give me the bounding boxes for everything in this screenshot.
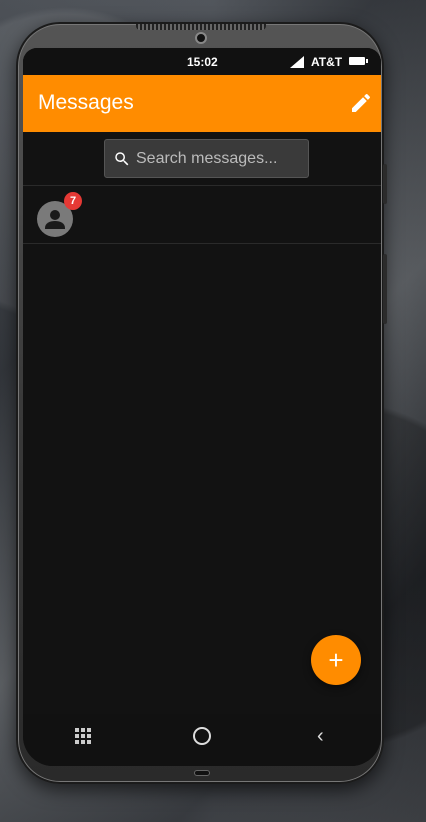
- back-button[interactable]: ‹: [317, 725, 324, 748]
- battery-icon: [349, 57, 368, 65]
- pencil-icon: [352, 93, 371, 112]
- home-button[interactable]: [193, 727, 211, 745]
- conversation-list-item[interactable]: 7: [23, 186, 381, 244]
- volume-button: [383, 164, 387, 204]
- search-icon: [115, 151, 129, 165]
- search-input[interactable]: [136, 149, 296, 168]
- navigation-bar: ‹: [23, 714, 381, 766]
- power-button: [383, 254, 387, 324]
- front-camera-icon: [195, 32, 207, 44]
- phone-frame: 15:02 AT&T Messages Search messages... 7…: [16, 22, 387, 784]
- earpiece-speaker: [136, 24, 266, 30]
- status-time: 15:02: [187, 55, 218, 69]
- unread-badge: 7: [64, 192, 82, 210]
- signal-icon: [290, 56, 304, 68]
- carrier-label: AT&T: [311, 55, 343, 69]
- recent-apps-button[interactable]: [75, 728, 91, 744]
- search-box[interactable]: [104, 139, 309, 178]
- status-bar: 15:02 AT&T: [23, 48, 381, 75]
- screen: 15:02 AT&T Messages Search messages... 7…: [23, 48, 381, 766]
- app-bar: Messages: [23, 75, 381, 132]
- bottom-speaker: [194, 770, 210, 776]
- new-message-fab[interactable]: +: [311, 635, 361, 685]
- page-title: Messages: [38, 91, 134, 114]
- compose-button[interactable]: [349, 91, 373, 115]
- search-bar-row: [23, 132, 381, 186]
